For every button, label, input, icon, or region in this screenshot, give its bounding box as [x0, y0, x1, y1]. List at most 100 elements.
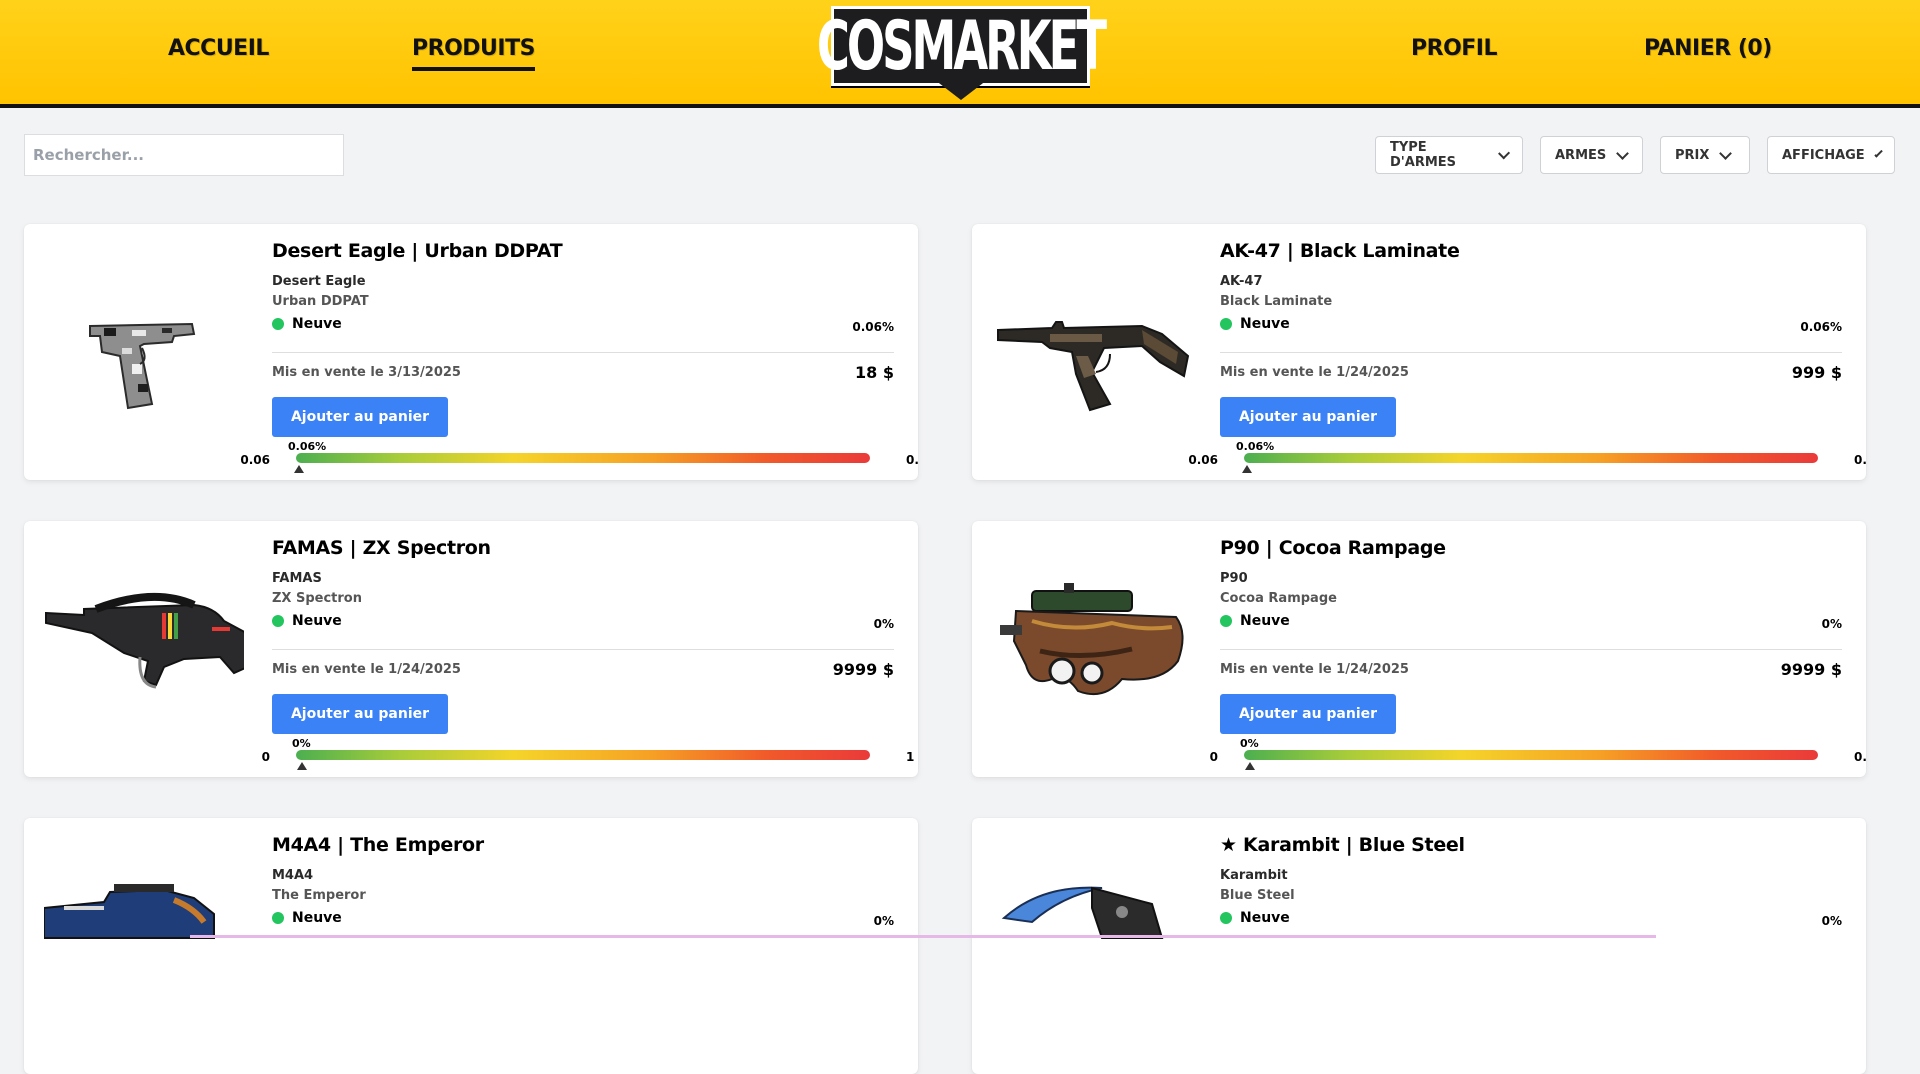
float-marker-icon [1245, 762, 1255, 770]
float-gradient-bar [296, 453, 870, 463]
nav-products-link[interactable]: PRODUITS [412, 36, 535, 71]
product-price: 9999 $ [1780, 660, 1842, 679]
product-condition: Neuve [1220, 316, 1290, 332]
product-price: 18 $ [855, 363, 894, 382]
product-title[interactable]: ★ Karambit | Blue Steel [1220, 834, 1465, 856]
divider [1220, 352, 1842, 353]
status-dot-icon [272, 615, 284, 627]
scroll-indicator-line [190, 935, 1656, 938]
add-to-cart-button[interactable]: Ajouter au panier [272, 694, 448, 734]
product-title[interactable]: AK-47 | Black Laminate [1220, 240, 1460, 262]
product-skin: Cocoa Rampage [1220, 591, 1337, 606]
product-condition: Neuve [1220, 613, 1290, 629]
divider [272, 649, 894, 650]
add-to-cart-button[interactable]: Ajouter au panier [1220, 397, 1396, 437]
m4a4-image [44, 884, 215, 939]
filter-weapon-type-dropdown[interactable]: TYPE D'ARMES [1375, 136, 1523, 174]
float-gradient-bar [1244, 750, 1818, 760]
site-header: ACCUEIL PRODUITS COSMARKET PROFIL PANIER… [0, 0, 1920, 108]
product-skin: The Emperor [272, 888, 366, 903]
product-price: 999 $ [1791, 363, 1842, 382]
product-skin: ZX Spectron [272, 591, 362, 606]
product-title[interactable]: Desert Eagle | Urban DDPAT [272, 240, 563, 262]
product-title[interactable]: P90 | Cocoa Rampage [1220, 537, 1446, 559]
product-title[interactable]: M4A4 | The Emperor [272, 834, 484, 856]
product-skin: Urban DDPAT [272, 294, 369, 309]
float-range-max: 1 [906, 750, 915, 764]
product-float: 0% [1821, 914, 1842, 928]
famas-image [45, 592, 244, 689]
filter-weapons-dropdown[interactable]: ARMES [1540, 136, 1643, 174]
divider [1220, 649, 1842, 650]
float-marker-icon [1242, 465, 1252, 473]
product-price: 9999 $ [832, 660, 894, 679]
float-gradient-bar [296, 750, 870, 760]
add-to-cart-button[interactable]: Ajouter au panier [1220, 694, 1396, 734]
nav-cart-link[interactable]: PANIER (0) [1644, 36, 1772, 61]
search-input[interactable] [24, 134, 344, 176]
filter-display-label: AFFICHAGE [1782, 147, 1865, 163]
product-float: 0% [873, 914, 894, 928]
product-condition: Neuve [272, 316, 342, 332]
chevron-down-icon [1497, 146, 1510, 160]
product-card: Desert Eagle | Urban DDPAT Desert Eagle … [24, 224, 918, 480]
float-range-max: 0.8 [906, 453, 918, 467]
logo-badge: COSMARKET [817, 6, 1107, 86]
float-range-min: 0 [261, 750, 270, 764]
nav-profile-link[interactable]: PROFIL [1411, 36, 1498, 61]
float-range-min: 0.06 [240, 453, 270, 467]
float-marker-label: 0.06% [1236, 440, 1275, 453]
product-condition: Neuve [272, 910, 342, 926]
status-dot-icon [1220, 912, 1232, 924]
condition-label: Neuve [292, 910, 342, 926]
product-weapon: FAMAS [272, 571, 322, 586]
product-float: 0.06% [1800, 320, 1842, 334]
listing-date: Mis en vente le 3/13/2025 [272, 365, 461, 380]
nav-home-link[interactable]: ACCUEIL [168, 36, 269, 61]
product-condition: Neuve [1220, 910, 1290, 926]
float-range-max: 0.8 [1854, 453, 1866, 467]
product-float: 0% [873, 617, 894, 631]
condition-label: Neuve [1240, 613, 1290, 629]
product-skin: Blue Steel [1220, 888, 1295, 903]
float-marker-icon [294, 465, 304, 473]
product-weapon: P90 [1220, 571, 1248, 586]
product-title[interactable]: FAMAS | ZX Spectron [272, 537, 491, 559]
status-dot-icon [272, 912, 284, 924]
add-to-cart-button[interactable]: Ajouter au panier [272, 397, 448, 437]
float-marker-label: 0.06% [288, 440, 327, 453]
status-dot-icon [1220, 318, 1232, 330]
condition-label: Neuve [1240, 910, 1290, 926]
product-card: ★ Karambit | Blue Steel Karambit Blue St… [972, 818, 1866, 1074]
logo-text: COSMARKET [816, 6, 1107, 86]
float-gradient-bar [1244, 453, 1818, 463]
logo-pointer [935, 80, 987, 100]
product-weapon: M4A4 [272, 868, 314, 883]
status-dot-icon [1220, 615, 1232, 627]
chevron-down-icon [1719, 146, 1733, 160]
filter-display-dropdown[interactable]: AFFICHAGE [1767, 136, 1895, 174]
status-dot-icon [272, 318, 284, 330]
brand-logo[interactable]: COSMARKET [817, 6, 1107, 100]
listing-date: Mis en vente le 1/24/2025 [1220, 365, 1409, 380]
chevron-down-icon [1616, 146, 1630, 160]
karambit-image [1001, 886, 1164, 939]
product-float: 0% [1821, 617, 1842, 631]
product-weapon: AK-47 [1220, 274, 1263, 289]
float-range-min: 0 [1209, 750, 1218, 764]
chevron-down-icon [1874, 148, 1883, 158]
filter-weapons-label: ARMES [1555, 147, 1607, 163]
filter-weapon-type-label: TYPE D'ARMES [1390, 140, 1457, 170]
product-weapon: Desert Eagle [272, 274, 366, 289]
desert-eagle-image [89, 322, 196, 410]
float-range-min: 0.06 [1188, 453, 1218, 467]
float-range-max: 0.6 [1854, 750, 1866, 764]
condition-label: Neuve [292, 613, 342, 629]
divider [272, 352, 894, 353]
listing-date: Mis en vente le 1/24/2025 [272, 662, 461, 677]
product-weapon: Karambit [1220, 868, 1288, 883]
filter-price-label: PRIX [1675, 147, 1710, 163]
product-card: AK-47 | Black Laminate AK-47 Black Lamin… [972, 224, 1866, 480]
product-skin: Black Laminate [1220, 294, 1333, 309]
filter-price-dropdown[interactable]: PRIX [1660, 136, 1750, 174]
